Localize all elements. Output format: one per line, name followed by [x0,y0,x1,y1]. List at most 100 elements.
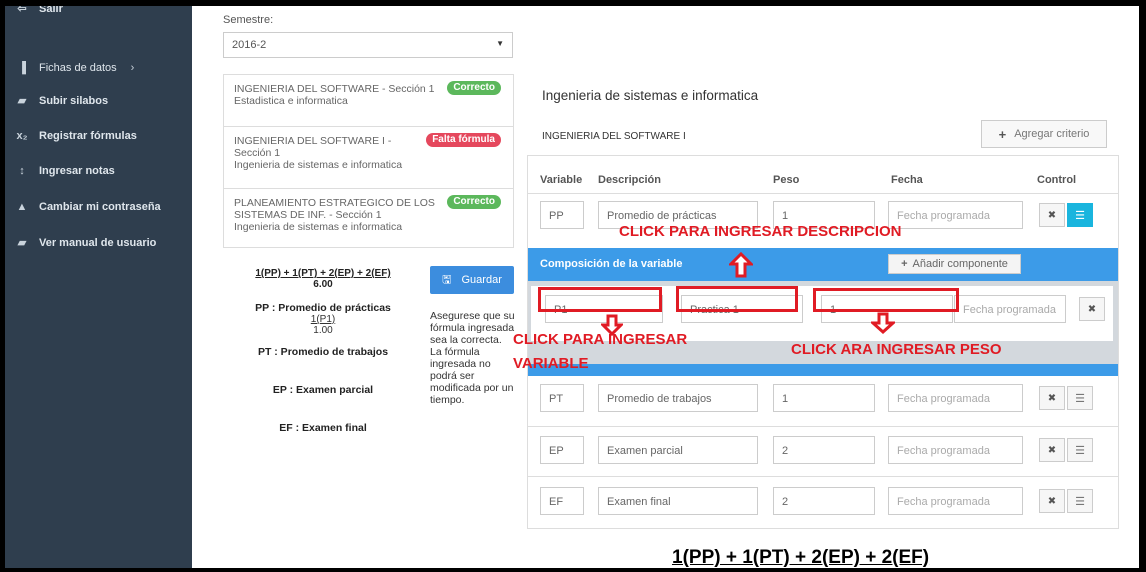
arrow-down-icon [601,314,623,336]
description-input[interactable]: Examen parcial [598,436,758,464]
sidebar-item-label: Salir [39,6,63,15]
status-badge: Correcto [447,81,501,95]
sidebar-item-label: Ingresar notas [39,165,115,177]
column-header: Descripción [598,174,661,186]
list-icon: ☰ [1075,392,1085,405]
status-badge: Correcto [447,195,501,209]
sidebar-item-contrasena[interactable]: ▲ Cambiar mi contraseña [15,201,161,213]
course-item[interactable]: PLANEAMIENTO ESTRATEGICO DE LOS SISTEMAS… [224,189,513,247]
variable-input[interactable]: EP [540,436,584,464]
subscript-icon: x₂ [16,130,28,142]
plus-icon: + [901,258,908,270]
save-button-label: Guardar [461,274,502,286]
column-header: Fecha [891,174,923,186]
course-subtitle: Estadistica e informatica [234,95,348,107]
formula-var: PT : Promedio de trabajos [257,346,389,358]
bar-chart-icon: ▐ [18,62,26,74]
date-input[interactable]: Fecha programada [888,384,1023,412]
list-icon: ☰ [1075,444,1085,457]
add-component-label: Añadir componente [912,258,1008,270]
course-name: INGENIERIA DEL SOFTWARE I [542,131,686,142]
add-criterion-label: Agregar criterio [1014,128,1090,140]
annotation-weight: CLICK ARA INGRESAR PESO [791,341,1002,358]
sidebar-item-label: Subir silabos [39,94,109,107]
date-input[interactable]: Fecha programada [888,436,1023,464]
add-criterion-button[interactable]: + Agregar criterio [981,120,1107,148]
highlight-variable-box [538,287,662,312]
highlight-description-box [676,286,798,312]
app-frame: ⇦ Salir ▐ Fichas de datos › ▰ Subir sila… [5,6,1139,568]
close-icon: ✖ [1087,303,1097,315]
delete-button[interactable]: ✖ [1039,489,1065,513]
floppy-disk-icon: 🖫 [442,273,452,286]
sidebar-item-formulas[interactable]: x₂ Registrar fórmulas [15,130,137,142]
formula-value: 6.00 [313,279,333,290]
composition-footer [528,364,1118,376]
delete-button[interactable]: ✖ [1039,438,1065,462]
divider [528,426,1118,427]
lock-icon: ▲ [16,201,28,213]
course-title-cont: SISTEMAS DE INF. - Sección 1 [234,209,382,221]
status-badge: Falta fórmula [426,133,501,147]
sidebar-item-salir[interactable]: ⇦ Salir [15,6,63,15]
divider [528,193,1118,194]
date-input[interactable]: Fecha programada [888,201,1023,229]
course-item[interactable]: INGENIERIA DEL SOFTWARE - Sección 1 Esta… [224,75,513,127]
variable-input[interactable]: EF [540,487,584,515]
components-button[interactable]: ☰ [1067,386,1093,410]
description-input[interactable]: Examen final [598,487,758,515]
semester-value: 2016-2 [232,39,267,51]
weight-input[interactable]: 1 [773,384,875,412]
semester-label: Semestre: [223,14,274,26]
sidebar-item-manual[interactable]: ▰ Ver manual de usuario [15,236,157,250]
delete-component-button[interactable]: ✖ [1079,297,1105,321]
formula-var: EP : Examen parcial [272,384,374,396]
logout-icon: ⇦ [17,6,27,15]
save-button[interactable]: 🖫 Guardar [430,266,514,294]
arrow-down-icon [871,312,895,334]
course-item[interactable]: INGENIERIA DEL SOFTWARE I - Sección 1 In… [224,127,513,189]
formula-warning: Asegurese que su fórmula ingresada sea l… [430,310,515,406]
sidebar-item-notas[interactable]: ↕ Ingresar notas [15,165,115,177]
weight-input[interactable]: 2 [773,487,875,515]
column-header: Peso [773,174,800,186]
date-input[interactable]: Fecha programada [888,487,1023,515]
delete-button[interactable]: ✖ [1039,203,1065,227]
delete-button[interactable]: ✖ [1039,386,1065,410]
column-header: Variable [540,174,583,186]
divider [528,476,1118,477]
book-icon: ▰ [17,237,27,249]
list-icon: ☰ [1075,495,1085,508]
add-component-button[interactable]: + Añadir componente [888,254,1021,274]
components-button[interactable]: ☰ [1067,438,1093,462]
book-icon: ▰ [17,95,27,107]
component-date-input[interactable]: Fecha programada [954,295,1066,323]
composition-header: Composición de la variable + Añadir comp… [528,248,1118,281]
column-header: Control [1037,174,1077,186]
variable-input[interactable]: PP [540,201,584,229]
sidebar-item-silabos[interactable]: ▰ Subir silabos [15,94,109,108]
close-icon: ✖ [1047,209,1057,221]
weight-input[interactable]: 2 [773,436,875,464]
components-button[interactable]: ☰ [1067,203,1093,227]
formula-var: PP : Promedio de prácticas [255,302,391,314]
composition-title: Composición de la variable [540,258,683,270]
formula-var-subval: 1.00 [313,325,333,336]
main-content: Semestre: 2016-2 ▼ INGENIERIA DEL SOFTWA… [192,6,1139,568]
semester-select[interactable]: 2016-2 ▼ [223,32,513,58]
variable-input[interactable]: PT [540,384,584,412]
list-icon: ☰ [1075,209,1085,222]
annotation-description: CLICK PARA INGRESAR DESCRIPCION [619,223,902,240]
close-icon: ✖ [1047,495,1057,507]
description-input[interactable]: Promedio de trabajos [598,384,758,412]
close-icon: ✖ [1047,444,1057,456]
components-button[interactable]: ☰ [1067,489,1093,513]
sort-numeric-icon: ↕ [19,165,25,177]
sidebar: ⇦ Salir ▐ Fichas de datos › ▰ Subir sila… [5,6,192,568]
formula-caption: 1(PP) + 1(PT) + 2(EP) + 2(EF) [672,547,930,568]
sidebar-item-label: Registrar fórmulas [39,130,137,142]
sidebar-item-fichas[interactable]: ▐ Fichas de datos › [15,62,134,74]
sidebar-item-label: Fichas de datos [39,62,117,74]
course-title-cont: Sección 1 [234,147,281,159]
sidebar-item-label: Ver manual de usuario [39,236,157,249]
